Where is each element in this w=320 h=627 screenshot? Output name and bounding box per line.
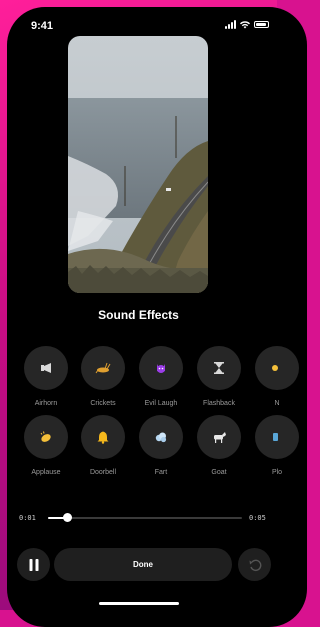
effect-button[interactable] <box>139 415 183 459</box>
pause-button[interactable] <box>17 548 50 581</box>
effect-label: Fart <box>154 469 168 476</box>
effect-label: Goat <box>211 469 227 476</box>
battery-icon <box>254 21 269 28</box>
scrub-handle[interactable] <box>62 513 72 522</box>
preview-image <box>68 36 208 293</box>
status-time: 9:41 <box>31 20 54 32</box>
effect-button[interactable] <box>255 346 299 390</box>
effect-label: Evil Laugh <box>144 400 178 407</box>
airhorn-icon <box>41 363 51 373</box>
effect-label: Flashback <box>203 400 235 407</box>
partial-icon <box>273 433 278 441</box>
effect-flashback[interactable]: Flashback <box>190 346 248 407</box>
effect-applause[interactable]: Applause <box>17 415 75 476</box>
scrub-track[interactable] <box>48 517 242 519</box>
effect-button[interactable] <box>197 415 241 459</box>
end-time: 0:05 <box>249 514 266 522</box>
applause-icon <box>40 431 51 442</box>
effect-evil-laugh[interactable]: Evil Laugh <box>132 346 190 407</box>
signal-icon <box>225 20 236 29</box>
effect-goat[interactable]: Goat <box>190 415 248 476</box>
goat-icon <box>214 432 226 443</box>
effect-button[interactable] <box>24 346 68 390</box>
page-title: Sound Effects <box>98 308 179 322</box>
effect-button[interactable] <box>81 346 125 390</box>
effect-button[interactable] <box>255 415 299 459</box>
hourglass-icon <box>214 362 224 374</box>
undo-icon <box>249 559 261 571</box>
done-button[interactable]: Done <box>54 548 232 581</box>
effect-crickets[interactable]: Crickets <box>74 346 132 407</box>
effect-button[interactable] <box>197 346 241 390</box>
effect-label: Applause <box>31 469 61 476</box>
crickets-icon <box>95 362 111 374</box>
effect-button[interactable] <box>24 415 68 459</box>
effect-doorbell[interactable]: Doorbell <box>74 415 132 476</box>
effect-label: Airhorn <box>34 400 58 407</box>
home-indicator <box>99 602 179 605</box>
effect-label: Plo <box>271 469 283 476</box>
pause-icon <box>29 558 38 571</box>
effect-button[interactable] <box>139 346 183 390</box>
bell-icon <box>97 431 109 444</box>
effect-label: N <box>274 400 280 407</box>
current-time: 0:01 <box>19 514 36 522</box>
effect-partial-2[interactable]: Plo <box>248 415 306 476</box>
effect-button[interactable] <box>81 415 125 459</box>
effect-label: Doorbell <box>89 469 117 476</box>
fart-icon <box>155 432 167 443</box>
effect-label: Crickets <box>90 400 116 407</box>
partial-icon <box>272 365 278 371</box>
effect-partial[interactable]: N <box>248 346 306 407</box>
status-icons <box>225 20 269 29</box>
wifi-icon <box>240 20 250 28</box>
effect-airhorn[interactable]: Airhorn <box>17 346 75 407</box>
video-preview[interactable] <box>68 36 208 293</box>
undo-button[interactable] <box>238 548 271 581</box>
effect-fart[interactable]: Fart <box>132 415 190 476</box>
evil-laugh-icon <box>157 364 165 373</box>
